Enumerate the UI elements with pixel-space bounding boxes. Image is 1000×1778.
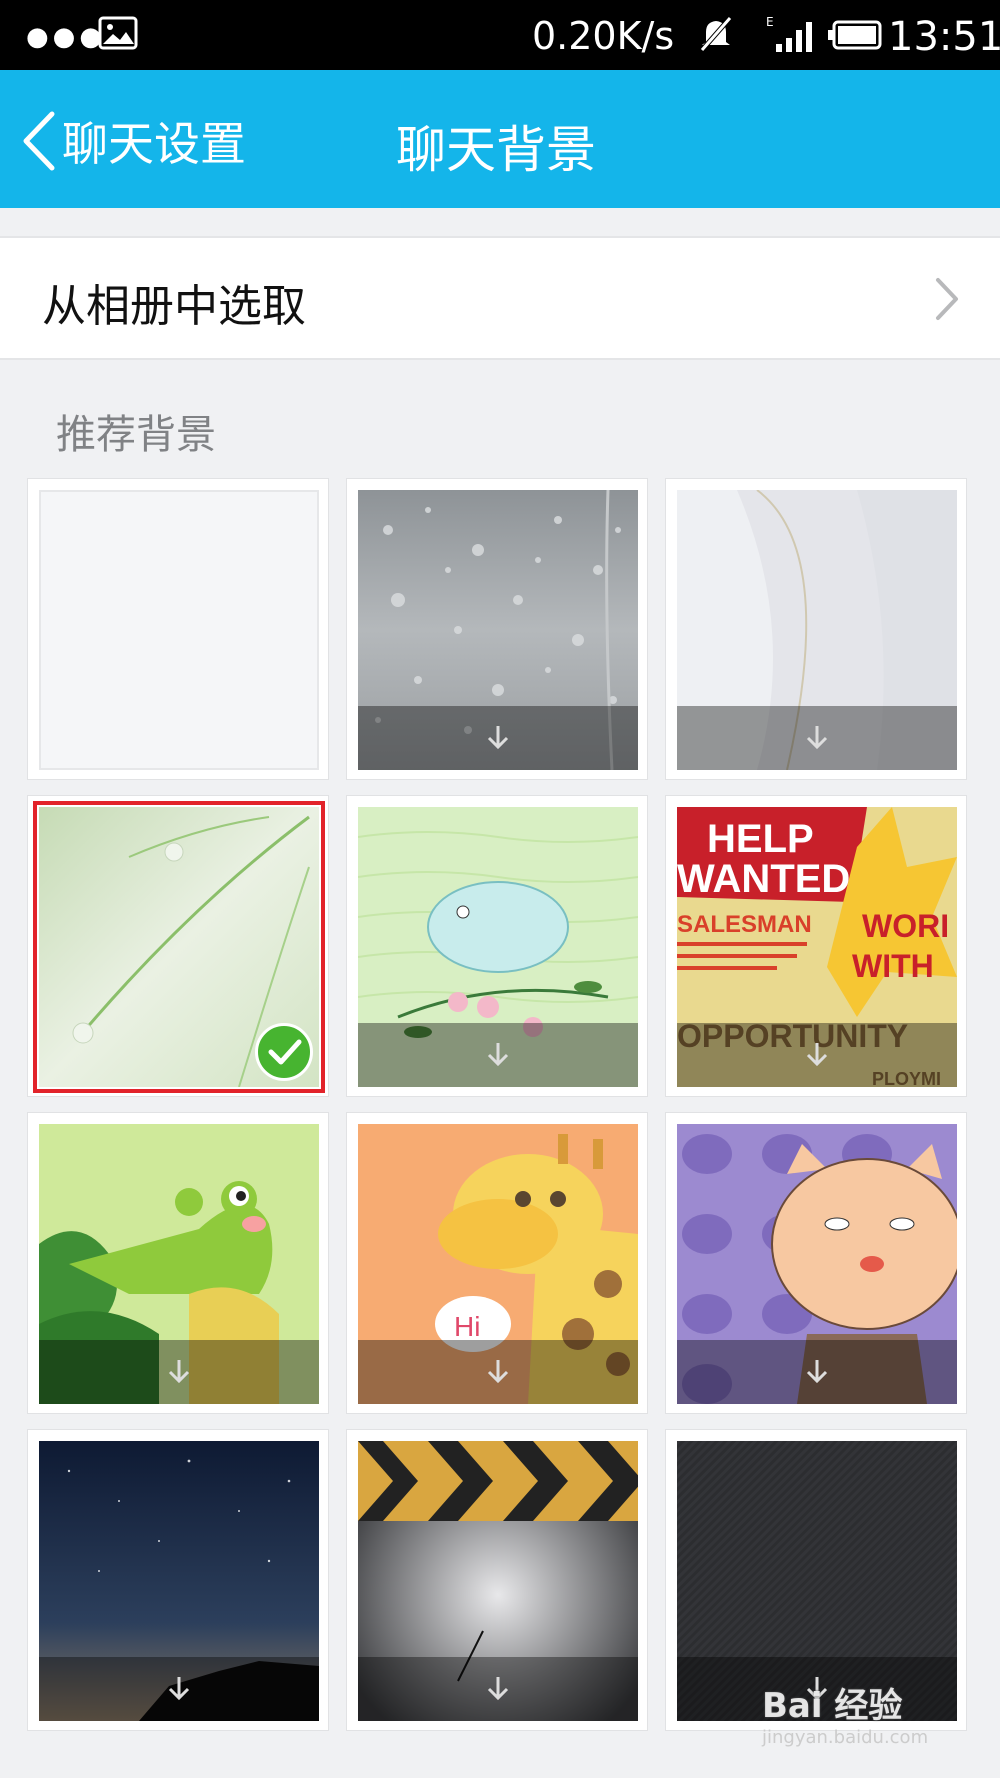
recommended-backgrounds-title: 推荐背景 <box>56 412 216 458</box>
download-bar <box>39 1657 319 1721</box>
download-icon <box>487 726 509 750</box>
title-bar: 聊天设置 聊天背景 <box>0 70 1000 208</box>
pick-from-album-label: 从相册中选取 <box>42 281 306 332</box>
battery-icon <box>828 20 882 50</box>
clock: 13:51 <box>888 14 1000 60</box>
selected-check-badge <box>255 1023 313 1081</box>
svg-text:HELP: HELP <box>707 817 814 861</box>
background-tile-raindrops[interactable] <box>346 478 648 780</box>
download-icon <box>168 1677 190 1701</box>
chevron-right-icon <box>936 278 958 320</box>
background-tile-cat[interactable] <box>665 1112 967 1414</box>
back-label: 聊天设置 <box>62 117 246 171</box>
svg-text:SALESMAN: SALESMAN <box>677 911 812 938</box>
background-tile-bird-flowers[interactable] <box>346 795 648 1097</box>
download-icon <box>487 1043 509 1067</box>
download-icon <box>806 726 828 750</box>
background-tile-crocodile[interactable] <box>27 1112 329 1414</box>
download-bar <box>358 1340 638 1404</box>
download-bar <box>677 706 957 770</box>
pick-from-album-row[interactable]: 从相册中选取 <box>0 236 1000 360</box>
signal-icon: E <box>766 15 812 52</box>
watermark-main: Bai 经验 <box>762 1686 903 1726</box>
checkmark-icon <box>268 1039 302 1065</box>
background-tile-help-wanted[interactable]: HELP WANTED SALESMAN WORI WITH OPPORTUNI… <box>665 795 967 1097</box>
baidu-watermark: Bai 经验 jingyan.baidu.com <box>762 1678 962 1758</box>
back-button[interactable]: 聊天设置 <box>18 106 246 176</box>
svg-text:WITH: WITH <box>852 948 934 984</box>
download-bar <box>358 706 638 770</box>
more-dots-icon: ●●● <box>26 22 107 52</box>
back-chevron-icon <box>23 111 55 171</box>
background-tile-chevron-stage[interactable] <box>346 1429 648 1731</box>
download-icon <box>487 1360 509 1384</box>
watermark-sub: jingyan.baidu.com <box>762 1727 929 1748</box>
background-tile-giraffe[interactable]: Hi <box>346 1112 648 1414</box>
svg-text:Hi: Hi <box>454 1311 480 1342</box>
status-bar: ●●● 0.20K/s E 13:51 <box>0 0 1000 70</box>
background-tile-feather[interactable] <box>665 478 967 780</box>
mute-icon <box>700 16 732 52</box>
download-icon <box>806 1360 828 1384</box>
page-title: 聊天背景 <box>396 121 596 179</box>
download-bar <box>358 1657 638 1721</box>
download-icon <box>168 1360 190 1384</box>
svg-text:WANTED: WANTED <box>677 857 850 901</box>
download-bar <box>677 1340 957 1404</box>
background-tile-night-sky[interactable] <box>27 1429 329 1731</box>
download-bar <box>677 1023 957 1087</box>
svg-text:WORI: WORI <box>862 908 949 944</box>
download-icon <box>487 1677 509 1701</box>
gallery-icon <box>98 16 138 50</box>
svg-text:E: E <box>766 15 774 29</box>
background-tile-grass-dew[interactable] <box>27 795 329 1097</box>
download-icon <box>806 1043 828 1067</box>
background-tile-blank[interactable] <box>27 478 329 780</box>
network-speed: 0.20K/s <box>532 14 675 58</box>
download-bar <box>358 1023 638 1087</box>
download-bar <box>39 1340 319 1404</box>
